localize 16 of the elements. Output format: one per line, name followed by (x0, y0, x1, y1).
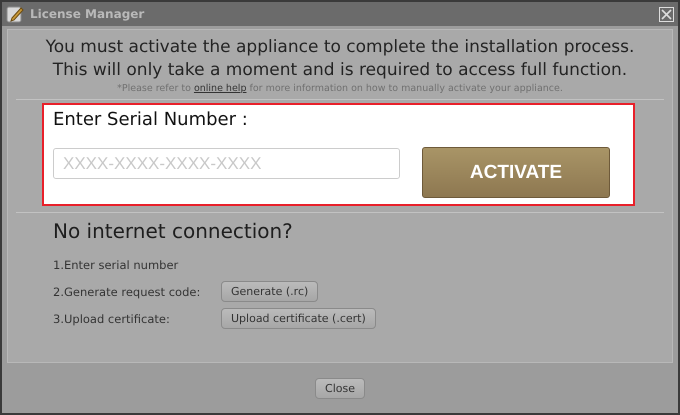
step-button[interactable]: Upload certificate (.cert) (221, 308, 376, 329)
instruction-text: This will only take a moment and is required to access full function. (52, 59, 628, 82)
serial-label: Enter Serial Number : (53, 109, 249, 132)
activate-button[interactable]: ACTIVATE (422, 147, 610, 198)
step-label: 3.Upload certificate: (53, 312, 171, 326)
close-button[interactable]: Close (315, 378, 365, 398)
window-title: License Manager (30, 7, 146, 21)
instruction-text: You must activate the appliance to complete the installation process. (46, 36, 634, 59)
online-help-link[interactable]: online help (194, 83, 246, 94)
offline-heading: No internet connection? (53, 219, 294, 245)
step-label: 1.Enter serial number (53, 258, 180, 272)
step-button[interactable]: Generate (.rc) (221, 281, 318, 302)
help-note: *Please refer to online help for more information on how to manually activate your appliance. (117, 83, 563, 94)
step-label: 2.Generate request code: (53, 284, 202, 298)
close-icon[interactable] (659, 6, 674, 22)
pencil-icon (6, 5, 24, 23)
